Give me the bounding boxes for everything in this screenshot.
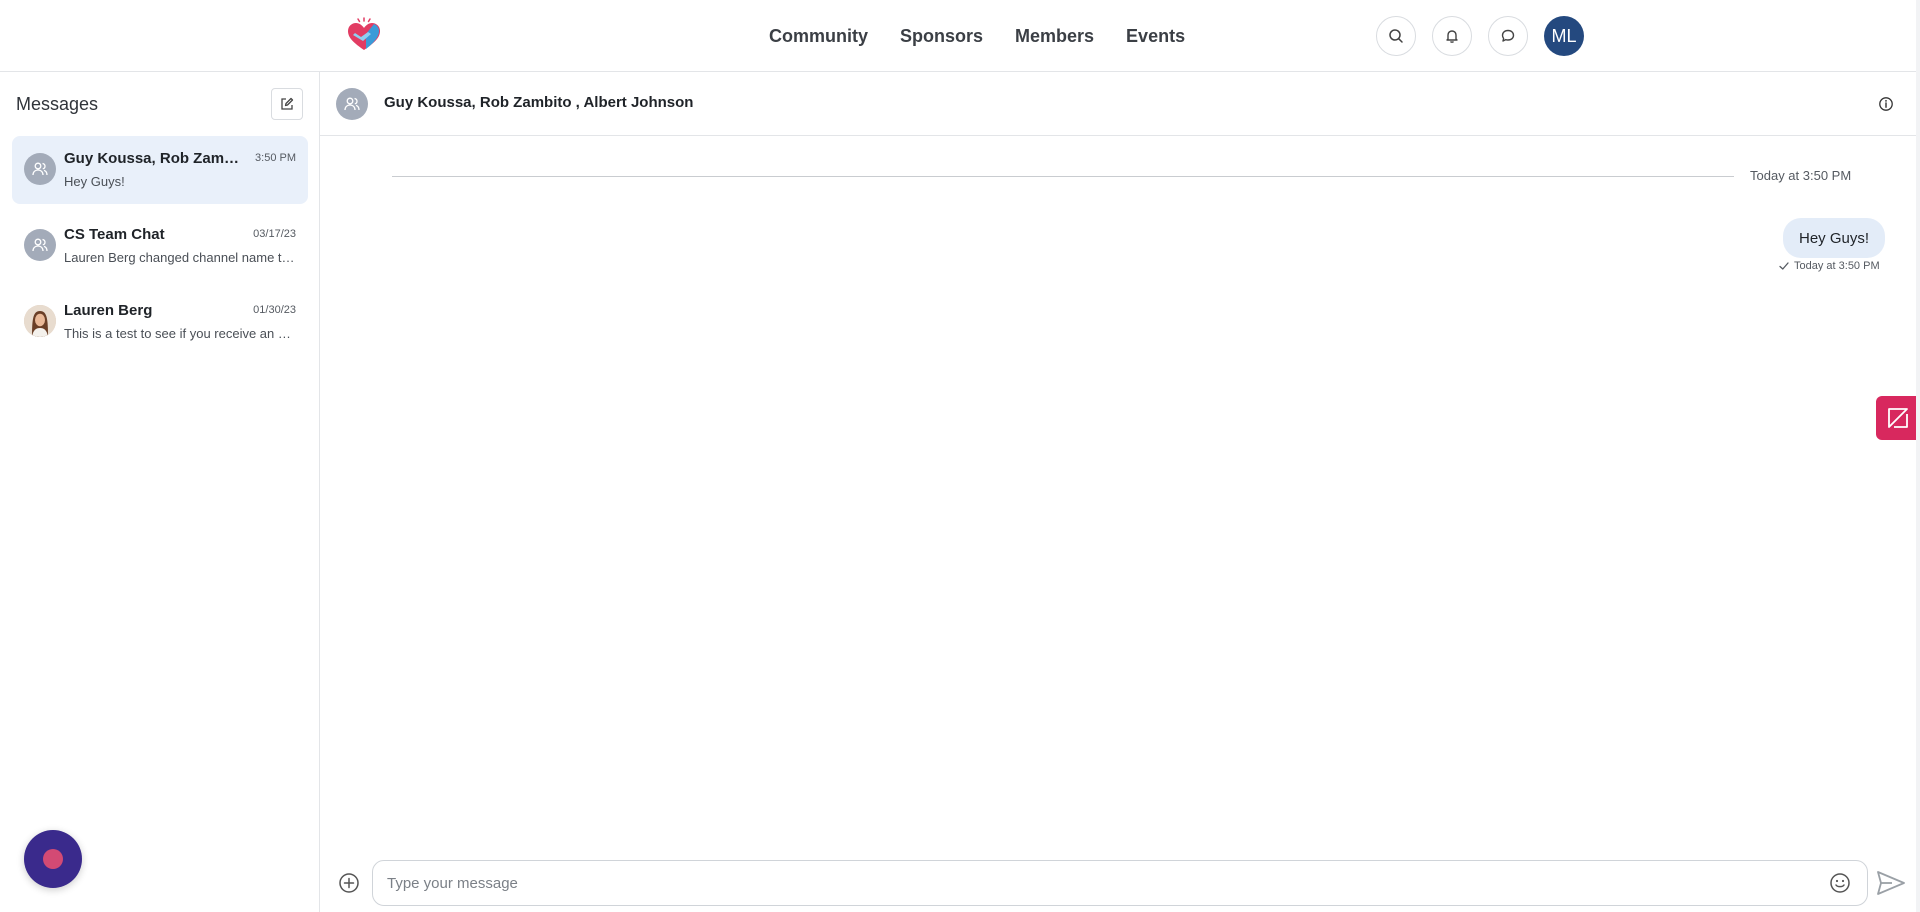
brand-logo[interactable] [344, 16, 384, 56]
chat-bubble-icon [1501, 29, 1515, 42]
compose-icon [281, 97, 294, 110]
new-message-button[interactable] [271, 88, 303, 120]
message-input[interactable] [387, 871, 1787, 895]
zendesk-logo-icon [1888, 408, 1908, 428]
info-icon [1879, 97, 1893, 111]
conversation-time: 01/30/23 [253, 304, 296, 316]
group-icon [32, 162, 48, 176]
notifications-button[interactable] [1432, 16, 1472, 56]
chat-header: Guy Koussa, Rob Zambito , Albert Johnson [320, 72, 1920, 136]
date-divider-line [392, 176, 1734, 177]
chat-title: Guy Koussa, Rob Zambito , Albert Johnson [384, 94, 694, 111]
conversation-preview: Lauren Berg changed channel name to CS T… [64, 250, 296, 265]
group-avatar [336, 88, 368, 120]
group-icon [32, 238, 48, 252]
conversation-time: 03/17/23 [253, 228, 296, 240]
date-divider-label: Today at 3:50 PM [1750, 168, 1852, 183]
message-meta: Today at 3:50 PM [1778, 260, 1880, 272]
user-photo-icon [24, 305, 56, 337]
send-button[interactable] [1876, 870, 1906, 901]
feedback-tab[interactable] [1876, 396, 1920, 440]
nav-community[interactable]: Community [769, 26, 868, 47]
send-icon [1877, 871, 1905, 895]
search-icon [1389, 29, 1403, 43]
user-avatar-photo [24, 305, 56, 337]
support-chat-launcher[interactable] [24, 830, 82, 888]
conversation-time: 3:50 PM [255, 152, 296, 164]
search-button[interactable] [1376, 16, 1416, 56]
conversation-item[interactable]: CS Team Chat 03/17/23 Lauren Berg change… [12, 212, 308, 280]
bell-icon [1446, 30, 1458, 43]
message-time: Today at 3:50 PM [1794, 260, 1880, 272]
conversation-name: Guy Koussa, Rob Zambito , Albert Johnson [64, 150, 244, 167]
emoji-button[interactable] [1828, 871, 1852, 900]
message-input-wrapper [372, 860, 1868, 906]
group-avatar [24, 229, 56, 261]
scrollbar[interactable] [1916, 0, 1920, 912]
conversation-item[interactable]: Lauren Berg 01/30/23 This is a test to s… [12, 288, 308, 356]
launcher-dot-icon [43, 849, 63, 869]
conversation-preview: This is a test to see if you receive an … [64, 326, 296, 341]
nav-members[interactable]: Members [1015, 26, 1094, 47]
conversation-name: CS Team Chat [64, 226, 165, 243]
conversation-preview: Hey Guys! [64, 174, 125, 189]
messages-sidebar: Messages Guy Koussa, Rob Zambito , Alber… [0, 72, 320, 912]
chat-panel: Guy Koussa, Rob Zambito , Albert Johnson… [320, 72, 1920, 912]
user-avatar[interactable]: ML [1544, 16, 1584, 56]
messages-button[interactable] [1488, 16, 1528, 56]
chat-info-button[interactable] [1878, 96, 1894, 117]
smiley-icon [1830, 873, 1850, 893]
plus-circle-icon [339, 873, 359, 893]
sidebar-header: Messages [0, 72, 319, 136]
message-composer [320, 860, 1920, 908]
sidebar-title: Messages [16, 93, 99, 114]
message-bubble: Hey Guys! [1783, 218, 1886, 258]
nav-sponsors[interactable]: Sponsors [900, 26, 983, 47]
top-navbar: Community Sponsors Members Events ML [0, 0, 1920, 72]
group-icon [344, 97, 360, 111]
conversation-item[interactable]: Guy Koussa, Rob Zambito , Albert Johnson… [12, 136, 308, 204]
add-attachment-button[interactable] [338, 872, 360, 899]
group-avatar [24, 153, 56, 185]
conversation-name: Lauren Berg [64, 302, 153, 319]
nav-events[interactable]: Events [1126, 26, 1185, 47]
top-actions: ML [1376, 16, 1584, 56]
main-nav: Community Sponsors Members Events [769, 0, 1185, 72]
check-icon [1779, 262, 1789, 270]
